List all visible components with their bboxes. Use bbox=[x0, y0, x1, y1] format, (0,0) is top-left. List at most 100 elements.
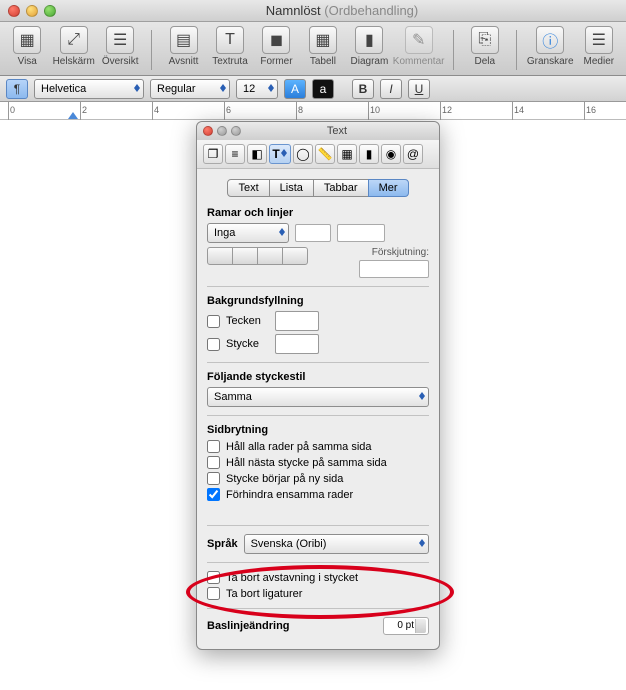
keep-next-checkbox[interactable] bbox=[207, 456, 220, 469]
ruler-tick-label: 16 bbox=[586, 105, 596, 115]
frame-field-1[interactable] bbox=[295, 224, 331, 242]
main-titlebar: Namnlöst (Ordbehandling) bbox=[0, 0, 626, 22]
keep-lines-checkbox[interactable] bbox=[207, 440, 220, 453]
document-tab-icon[interactable]: ❐ bbox=[203, 144, 223, 164]
inspector-close-button[interactable] bbox=[203, 126, 213, 136]
toolbar-inspector[interactable]: ⓘGranskare bbox=[527, 26, 574, 67]
toolbar-view[interactable]: ▦Visa bbox=[6, 26, 48, 67]
subtab-more[interactable]: Mer bbox=[368, 179, 409, 197]
table-icon: ▦ bbox=[309, 26, 337, 54]
textbox-icon: T bbox=[216, 26, 244, 54]
wrap-tab-icon[interactable]: ◧ bbox=[247, 144, 267, 164]
text-tab-icon[interactable]: T bbox=[269, 144, 291, 164]
divider bbox=[207, 608, 429, 609]
bold-button[interactable]: B bbox=[352, 79, 374, 99]
inspector-body: Text Lista Tabbar Mer Ramar och linjer I… bbox=[197, 169, 439, 649]
frame-pos-2[interactable] bbox=[232, 247, 258, 265]
toolbar-chart[interactable]: ▮Diagram bbox=[348, 26, 390, 67]
chart-icon: ▮ bbox=[355, 26, 383, 54]
underline-button[interactable]: U bbox=[408, 79, 430, 99]
section-icon: ▤ bbox=[170, 26, 198, 54]
subtab-list[interactable]: Lista bbox=[269, 179, 314, 197]
start-new-checkbox[interactable] bbox=[207, 472, 220, 485]
text-inspector: Text ❐ ≡ ◧ T ◯ 📏 ▦ ▮ ◉ @ Text Lista Tabb… bbox=[196, 121, 440, 650]
widow-checkbox[interactable] bbox=[207, 488, 220, 501]
format-bar: ¶ Helvetica Regular 12 A a B I U bbox=[0, 76, 626, 102]
ruler[interactable]: 0246810121416 bbox=[0, 102, 626, 120]
divider bbox=[207, 415, 429, 416]
frame-pos-4[interactable] bbox=[282, 247, 308, 265]
italic-button[interactable]: I bbox=[380, 79, 402, 99]
table-tab-icon[interactable]: ▦ bbox=[337, 144, 357, 164]
remove-hyph-checkbox[interactable] bbox=[207, 571, 220, 584]
window-title: Namnlöst (Ordbehandling) bbox=[66, 3, 618, 18]
toolbar-fullscreen[interactable]: ⤢Helskärm bbox=[52, 26, 94, 67]
text-color-button[interactable]: A bbox=[284, 79, 306, 99]
toolbar-separator bbox=[151, 30, 152, 70]
bg-char-color[interactable] bbox=[275, 311, 319, 331]
bg-section-title: Bakgrundsfyllning bbox=[207, 295, 429, 307]
left-margin-marker[interactable] bbox=[68, 112, 78, 119]
frame-pos-1[interactable] bbox=[207, 247, 233, 265]
font-family-select[interactable]: Helvetica bbox=[34, 79, 144, 99]
toolbar-share[interactable]: ⎘Dela bbox=[464, 26, 506, 67]
ruler-tick-label: 12 bbox=[442, 105, 452, 115]
toolbar-section[interactable]: ▤Avsnitt bbox=[162, 26, 204, 67]
keep-next-label: Håll nästa stycke på samma sida bbox=[226, 457, 387, 469]
metrics-tab-icon[interactable]: 📏 bbox=[315, 144, 335, 164]
bg-char-checkbox[interactable] bbox=[207, 315, 220, 328]
toolbar-shapes[interactable]: ◼Former bbox=[255, 26, 297, 67]
bg-para-checkbox[interactable] bbox=[207, 338, 220, 351]
remove-lig-label: Ta bort ligaturer bbox=[226, 588, 302, 600]
offset-field[interactable] bbox=[359, 260, 429, 278]
toolbar-textbox[interactable]: TTextruta bbox=[209, 26, 251, 67]
inspector-zoom-button[interactable] bbox=[231, 126, 241, 136]
bg-para-row: Stycke bbox=[207, 334, 429, 354]
link-tab-icon[interactable]: ◉ bbox=[381, 144, 401, 164]
quicktime-tab-icon[interactable]: @ bbox=[403, 144, 423, 164]
frame-field-2[interactable] bbox=[337, 224, 385, 242]
subtab-tabs[interactable]: Tabbar bbox=[313, 179, 369, 197]
traffic-lights bbox=[8, 5, 56, 17]
fullscreen-icon: ⤢ bbox=[60, 26, 88, 54]
toolbar-comment[interactable]: ✎Kommentar bbox=[395, 26, 443, 67]
divider bbox=[207, 525, 429, 526]
toolbar-media[interactable]: ☰Medier bbox=[578, 26, 620, 67]
toolbar-outline[interactable]: ☰Översikt bbox=[99, 26, 141, 67]
zoom-window-button[interactable] bbox=[44, 5, 56, 17]
bg-para-color[interactable] bbox=[275, 334, 319, 354]
ruler-tick-label: 4 bbox=[154, 105, 159, 115]
layout-tab-icon[interactable]: ≡ bbox=[225, 144, 245, 164]
ruler-tick-label: 10 bbox=[370, 105, 380, 115]
remove-lig-checkbox[interactable] bbox=[207, 587, 220, 600]
toolbar-table[interactable]: ▦Tabell bbox=[302, 26, 344, 67]
frames-section-title: Ramar och linjer bbox=[207, 207, 429, 219]
language-select[interactable]: Svenska (Oribi) bbox=[244, 534, 429, 554]
font-size-select[interactable]: 12 bbox=[236, 79, 278, 99]
following-style-select[interactable]: Samma bbox=[207, 387, 429, 407]
font-weight-select[interactable]: Regular bbox=[150, 79, 230, 99]
paragraph-style-button[interactable]: ¶ bbox=[6, 79, 28, 99]
chart-tab-icon[interactable]: ▮ bbox=[359, 144, 379, 164]
close-window-button[interactable] bbox=[8, 5, 20, 17]
frame-pos-3[interactable] bbox=[257, 247, 283, 265]
bg-color-button[interactable]: a bbox=[312, 79, 334, 99]
outline-icon: ☰ bbox=[106, 26, 134, 54]
baseline-stepper[interactable]: 0 pt bbox=[383, 617, 429, 635]
comment-icon: ✎ bbox=[405, 26, 433, 54]
following-section-title: Följande styckestil bbox=[207, 371, 429, 383]
inspector-titlebar[interactable]: Text bbox=[197, 122, 439, 140]
shapes-icon: ◼ bbox=[262, 26, 290, 54]
ruler-tick-label: 2 bbox=[82, 105, 87, 115]
media-icon: ☰ bbox=[585, 26, 613, 54]
minimize-window-button[interactable] bbox=[26, 5, 38, 17]
frame-style-select[interactable]: Inga bbox=[207, 223, 289, 243]
inspector-min-button[interactable] bbox=[217, 126, 227, 136]
graphic-tab-icon[interactable]: ◯ bbox=[293, 144, 313, 164]
ruler-tick-label: 6 bbox=[226, 105, 231, 115]
ruler-tick-label: 0 bbox=[10, 105, 15, 115]
subtab-text[interactable]: Text bbox=[227, 179, 269, 197]
toolbar-separator bbox=[516, 30, 517, 70]
offset-label: Förskjutning: bbox=[359, 247, 429, 258]
language-label: Språk bbox=[207, 538, 238, 550]
